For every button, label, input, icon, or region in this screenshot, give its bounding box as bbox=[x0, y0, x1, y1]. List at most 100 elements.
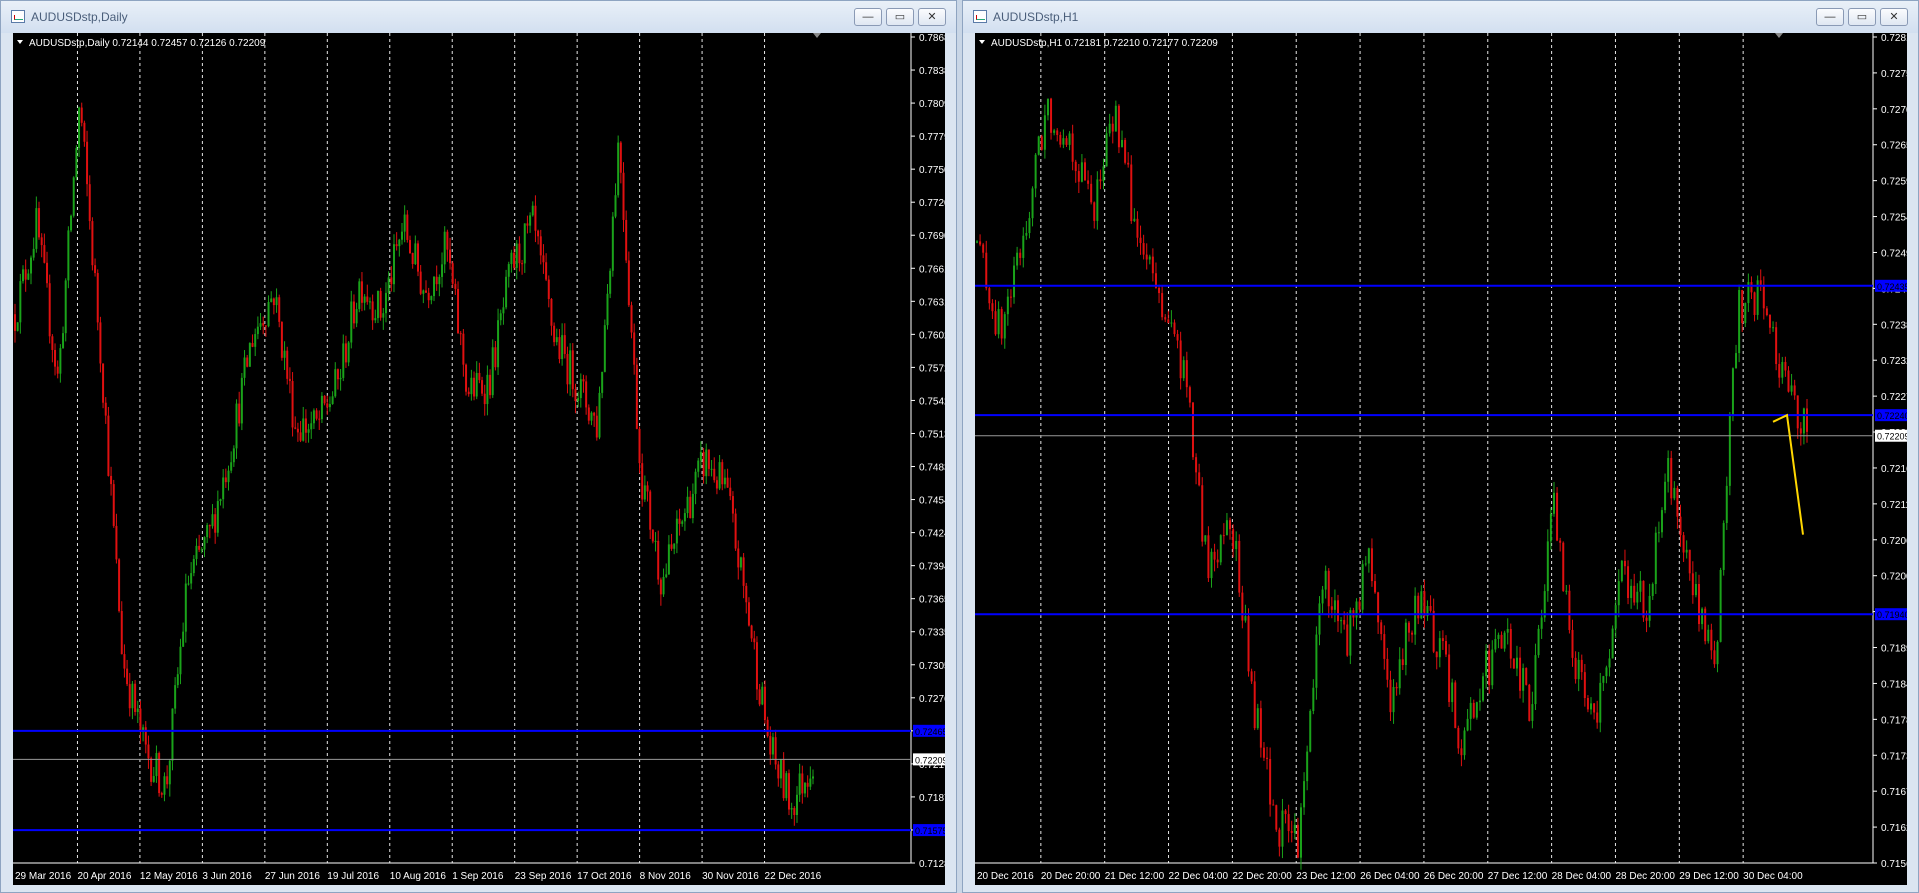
candle-body bbox=[1438, 638, 1441, 658]
candle-body bbox=[1056, 130, 1059, 135]
price-label: 0.71875 bbox=[919, 793, 945, 804]
candle-body bbox=[1142, 243, 1145, 255]
candle-body bbox=[78, 107, 81, 148]
candle-body bbox=[1158, 287, 1161, 294]
candle-body bbox=[264, 325, 267, 327]
candle-body bbox=[1009, 296, 1012, 298]
candle-body bbox=[184, 583, 187, 632]
candle-body bbox=[27, 273, 30, 280]
candle-body bbox=[422, 290, 425, 294]
candle-body bbox=[563, 335, 566, 354]
chart-window-icon bbox=[973, 10, 987, 23]
candle-body bbox=[1028, 218, 1031, 234]
candle-body bbox=[1306, 751, 1309, 782]
price-label: 0.73055 bbox=[919, 661, 945, 672]
minimize-button[interactable]: — bbox=[1816, 8, 1844, 26]
minimize-button[interactable]: — bbox=[854, 8, 882, 26]
price-label: 0.71280 bbox=[919, 859, 945, 870]
price-chart[interactable]: 0.72810 0.72755 0.72705 0.72650 0.72595 0.725… bbox=[975, 33, 1907, 885]
candle-body bbox=[1519, 657, 1522, 691]
candle-body bbox=[1389, 679, 1392, 713]
candle-body bbox=[1145, 254, 1148, 260]
candle-body bbox=[1083, 162, 1086, 181]
price-label: 0.75425 bbox=[919, 396, 945, 407]
window-audusd-h1[interactable]: AUDUSDstp,H1 — ▭ ✕ 0.72810 0.72755 0.72705… bbox=[962, 0, 1919, 893]
price-label: 0.76610 bbox=[919, 264, 945, 275]
candle-body bbox=[427, 292, 430, 301]
candle-body bbox=[627, 260, 630, 306]
close-button[interactable]: ✕ bbox=[1880, 8, 1908, 26]
candle-body bbox=[443, 231, 446, 265]
window-titlebar[interactable]: AUDUSDstp,Daily — ▭ ✕ bbox=[1, 1, 956, 33]
candle-body bbox=[1068, 133, 1071, 145]
candle-body bbox=[48, 283, 51, 337]
candle-body bbox=[155, 753, 158, 777]
candle-body bbox=[707, 449, 710, 469]
time-label: 23 Sep 2016 bbox=[515, 871, 572, 882]
candle-body bbox=[40, 237, 43, 246]
candle-body bbox=[246, 357, 249, 367]
candle-body bbox=[1003, 314, 1006, 339]
candle-body bbox=[1266, 757, 1269, 759]
candle-body bbox=[462, 333, 465, 365]
candle-body bbox=[51, 336, 54, 350]
candle-body bbox=[395, 244, 398, 247]
candle-body bbox=[291, 381, 294, 428]
candle-body bbox=[59, 348, 62, 374]
candle-body bbox=[566, 353, 569, 385]
window-titlebar[interactable]: AUDUSDstp,H1 — ▭ ✕ bbox=[963, 1, 1918, 33]
price-chart[interactable]: 0.78685 0.78385 0.78090 0.77795 0.77500 0.772… bbox=[13, 33, 945, 885]
candle-body bbox=[1324, 570, 1327, 590]
time-label: 26 Dec 04:00 bbox=[1360, 871, 1420, 882]
candle-body bbox=[366, 296, 369, 302]
candle-body bbox=[499, 313, 502, 321]
candle-body bbox=[518, 243, 521, 264]
candle-body bbox=[1278, 829, 1281, 847]
candle-body bbox=[1627, 566, 1630, 598]
candle-body bbox=[1380, 622, 1383, 635]
candle-body bbox=[1139, 237, 1142, 244]
candle-body bbox=[1114, 105, 1117, 132]
close-button[interactable]: ✕ bbox=[918, 8, 946, 26]
candle-body bbox=[312, 410, 315, 424]
candle-body bbox=[1512, 658, 1515, 669]
price-label: 0.72760 bbox=[919, 694, 945, 705]
candle-body bbox=[590, 412, 593, 421]
current-price-label: 0.72209 bbox=[915, 755, 945, 765]
candle-body bbox=[654, 540, 657, 542]
maximize-button[interactable]: ▭ bbox=[1848, 8, 1876, 26]
candle-body bbox=[595, 415, 598, 438]
candle-body bbox=[795, 794, 798, 816]
window-audusd-daily[interactable]: AUDUSDstp,Daily — ▭ ✕ 0.786850.783850.78… bbox=[0, 0, 957, 893]
candle-body bbox=[1620, 560, 1623, 582]
candle-body bbox=[248, 343, 251, 367]
candle-body bbox=[1525, 668, 1528, 685]
candle-body bbox=[571, 350, 574, 390]
candle-body bbox=[611, 216, 614, 271]
candle-body bbox=[214, 514, 217, 533]
candle-body bbox=[1472, 702, 1475, 718]
candle-body bbox=[43, 245, 46, 263]
candle-body bbox=[483, 393, 486, 405]
candle-body bbox=[1374, 581, 1377, 593]
candle-body bbox=[1034, 154, 1037, 189]
shift-marker-icon bbox=[813, 33, 821, 38]
candle-body bbox=[446, 231, 449, 250]
candle-body bbox=[24, 269, 27, 280]
candle-body bbox=[662, 576, 665, 595]
price-label: 0.71565 bbox=[1881, 859, 1907, 870]
projection-arrow bbox=[1772, 413, 1804, 535]
candle-body bbox=[502, 307, 505, 314]
chart-ohlc-label: AUDUSDstp,Daily 0.72144 0.72457 0.72126 … bbox=[29, 38, 266, 49]
candle-body bbox=[475, 372, 478, 397]
candle-body bbox=[1593, 703, 1596, 713]
price-label: 0.74540 bbox=[919, 496, 945, 507]
candle-body bbox=[678, 518, 681, 524]
candle-body bbox=[1463, 730, 1466, 756]
price-label: 0.72380 bbox=[1881, 320, 1907, 331]
candle-body bbox=[625, 219, 628, 261]
candle-body bbox=[382, 313, 385, 318]
candle-body bbox=[470, 377, 473, 395]
candle-body bbox=[182, 631, 185, 647]
maximize-button[interactable]: ▭ bbox=[886, 8, 914, 26]
